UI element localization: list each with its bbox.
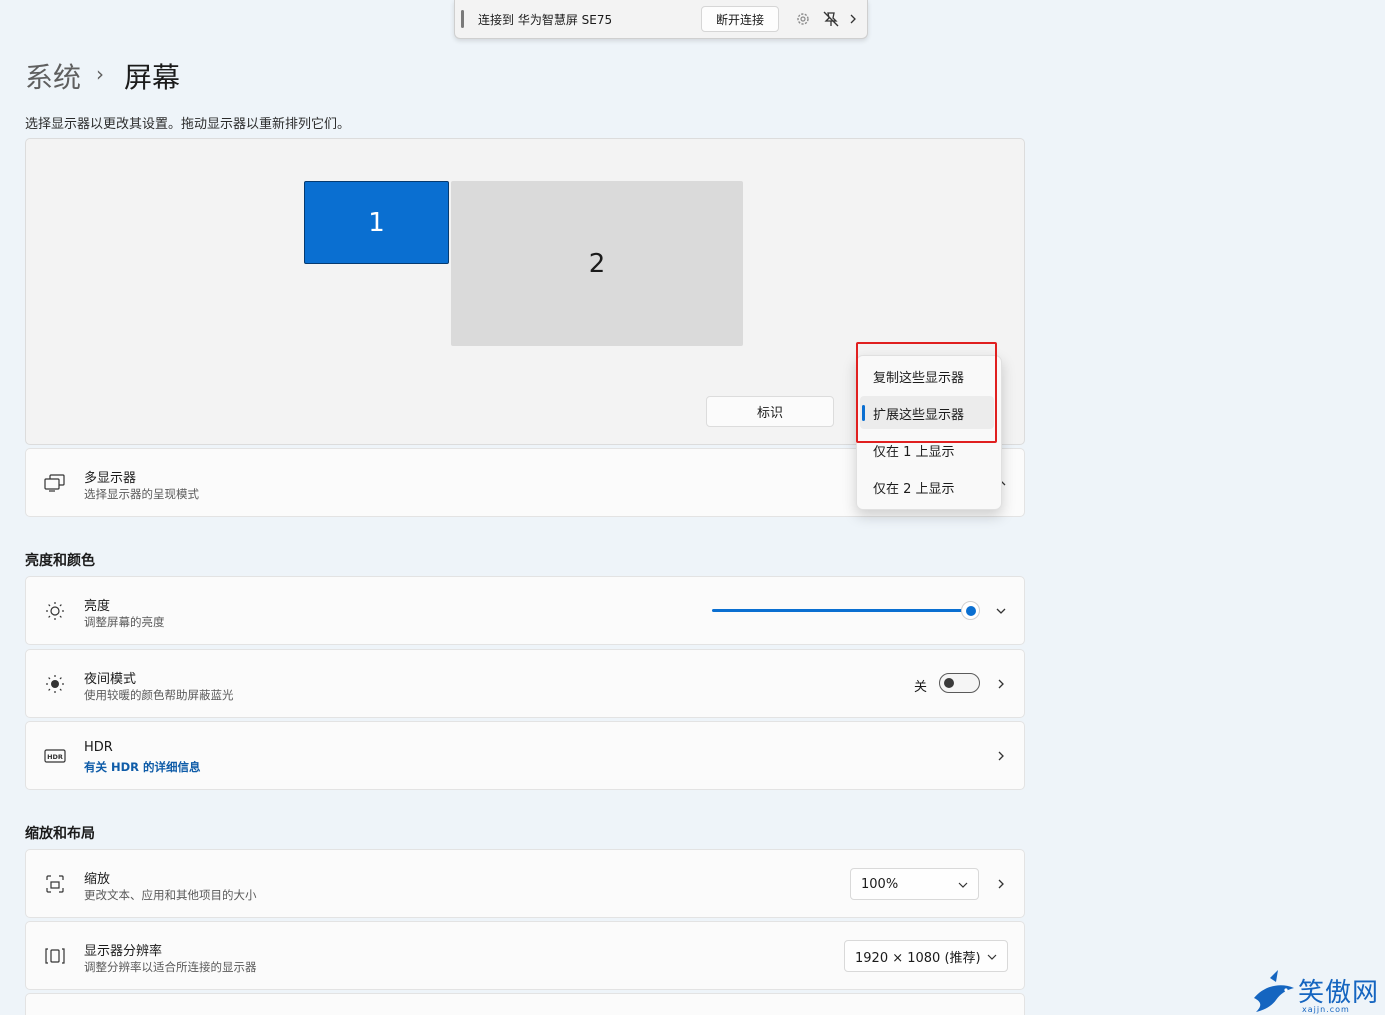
next-setting-card [25, 993, 1025, 1015]
menu-item-only-2[interactable]: 仅在 2 上显示 [873, 478, 955, 497]
chevron-right-icon[interactable] [992, 675, 1010, 693]
night-mode-title: 夜间模式 [84, 672, 137, 687]
unpin-icon[interactable] [821, 9, 841, 29]
svg-text:HDR: HDR [47, 753, 63, 761]
resolution-icon [44, 945, 66, 967]
chevron-right-icon[interactable] [992, 875, 1010, 893]
connection-status-text: 连接到 华为智慧屏 SE75 [478, 12, 613, 27]
breadcrumb-root[interactable]: 系统 [25, 56, 81, 96]
hdr-details-link[interactable]: 有关 HDR 的详细信息 [84, 759, 201, 775]
night-mode-state-label: 关 [914, 680, 928, 695]
chevron-down-icon[interactable] [992, 602, 1010, 620]
brightness-subtitle: 调整屏幕的亮度 [84, 615, 165, 629]
gear-icon[interactable] [793, 9, 813, 29]
scale-title: 缩放 [84, 872, 111, 887]
page-title: 屏幕 [124, 61, 181, 94]
multi-monitor-icon [44, 472, 66, 494]
chevron-right-icon[interactable] [992, 747, 1010, 765]
scale-value: 100% [861, 876, 899, 892]
night-mode-toggle-knob [944, 678, 954, 688]
brightness-slider-thumb[interactable] [961, 601, 980, 620]
chevron-down-icon [958, 877, 968, 892]
menu-item-only-1[interactable]: 仅在 1 上显示 [873, 441, 955, 460]
monitor-2[interactable]: 2 [451, 181, 743, 346]
scale-dropdown[interactable]: 100% [850, 868, 979, 900]
night-mode-card[interactable]: 夜间模式 使用较暖的颜色帮助屏蔽蓝光 [25, 649, 1025, 718]
resolution-title: 显示器分辨率 [84, 944, 163, 959]
identify-button[interactable]: 标识 [706, 396, 834, 427]
scale-icon [44, 873, 66, 895]
highlight-annotation-box [856, 342, 997, 443]
watermark-subtext: xajjn.com [1302, 1005, 1350, 1014]
section-title-brightness-color: 亮度和颜色 [25, 553, 95, 569]
hdr-card[interactable]: HDR HDR 有关 HDR 的详细信息 [25, 721, 1025, 790]
night-light-icon [44, 673, 66, 695]
connection-bar: 连接到 华为智慧屏 SE75 断开连接 [454, 0, 868, 39]
resolution-subtitle: 调整分辨率以适合所连接的显示器 [84, 960, 257, 974]
scale-subtitle: 更改文本、应用和其他项目的大小 [84, 888, 257, 902]
resolution-dropdown[interactable]: 1920 × 1080 (推荐) [844, 940, 1008, 972]
hdr-icon: HDR [44, 745, 66, 767]
sun-icon [44, 600, 66, 622]
disconnect-button[interactable]: 断开连接 [701, 6, 779, 32]
multi-display-title: 多显示器 [84, 471, 137, 486]
drag-handle[interactable] [461, 10, 464, 28]
night-mode-subtitle: 使用较暖的颜色帮助屏蔽蓝光 [84, 688, 234, 702]
breadcrumb-separator: › [96, 62, 104, 86]
multi-display-subtitle: 选择显示器的呈现模式 [84, 487, 199, 501]
chevron-down-icon [987, 949, 997, 964]
section-title-scale-layout: 缩放和布局 [25, 826, 95, 842]
watermark-text: 笑傲网 [1298, 978, 1380, 1008]
brightness-slider-track[interactable] [712, 609, 970, 612]
brightness-title: 亮度 [84, 599, 111, 614]
resolution-value: 1920 × 1080 (推荐) [855, 950, 981, 966]
hdr-title: HDR [84, 740, 113, 755]
chevron-right-icon[interactable] [847, 9, 859, 29]
arrangement-hint: 选择显示器以更改其设置。拖动显示器以重新排列它们。 [25, 117, 351, 132]
monitor-1[interactable]: 1 [304, 181, 449, 264]
